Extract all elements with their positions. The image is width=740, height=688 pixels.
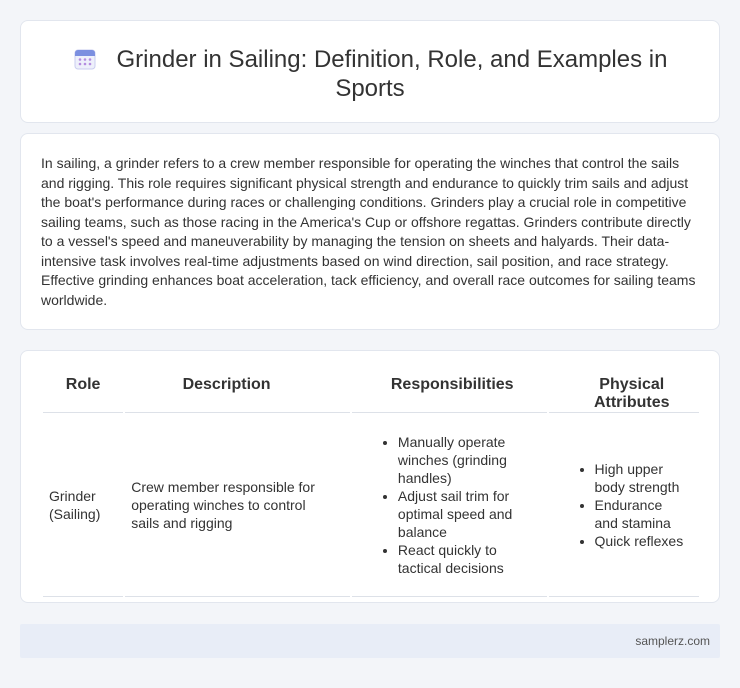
calendar-icon [74,49,96,70]
footer: samplerz.com [20,624,720,658]
list-item: Manually operate winches (grinding handl… [398,433,527,487]
list-item: Quick reflexes [595,532,689,550]
intro-paragraph: In sailing, a grinder refers to a crew m… [41,155,696,308]
page-title: Grinder in Sailing: Definition, Role, an… [116,46,668,102]
header-card: Grinder in Sailing: Definition, Role, an… [20,20,720,123]
cell-physical-attributes: High upper body strength Endurance and s… [548,413,699,597]
header-role: Role [43,371,124,413]
cell-role: Grinder (Sailing) [43,413,124,597]
responsibilities-list: Manually operate winches (grinding handl… [378,433,527,577]
page-title-container: Grinder in Sailing: Definition, Role, an… [21,45,719,103]
grinder-table: Role Description Responsibilities Physic… [41,371,701,597]
table-card: Role Description Responsibilities Physic… [20,350,720,603]
attributes-list: High upper body strength Endurance and s… [575,460,689,550]
list-item: Adjust sail trim for optimal speed and b… [398,487,527,541]
intro-card: In sailing, a grinder refers to a crew m… [20,133,720,330]
table-row: Grinder (Sailing) Crew member responsibl… [43,413,699,597]
list-item: Endurance and stamina [595,496,689,532]
cell-description: Crew member responsible for operating wi… [125,413,350,597]
list-item: High upper body strength [595,460,689,496]
header-physical-attributes: Physical Attributes [548,371,699,413]
header-responsibilities: Responsibilities [351,371,547,413]
cell-responsibilities: Manually operate winches (grinding handl… [351,413,547,597]
list-item: React quickly to tactical decisions [398,541,527,577]
header-description: Description [125,371,350,413]
footer-site-link[interactable]: samplerz.com [635,634,710,648]
table-header-row: Role Description Responsibilities Physic… [43,371,699,413]
